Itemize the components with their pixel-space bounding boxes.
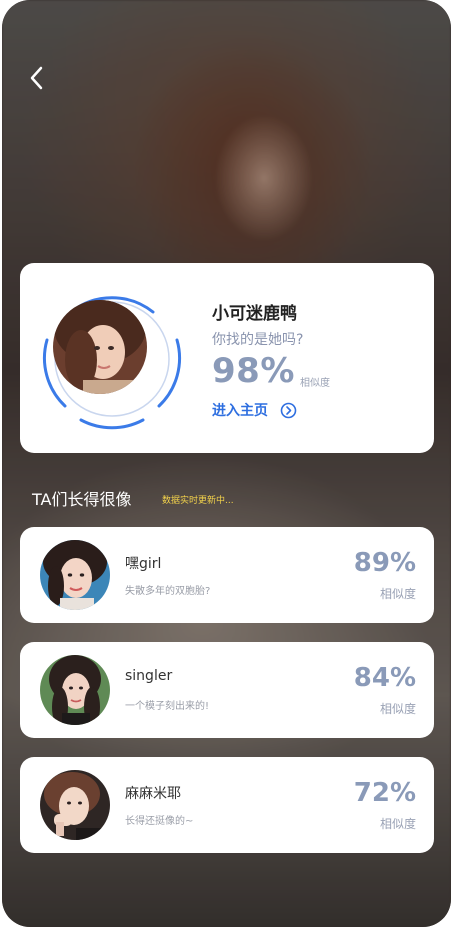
match-percent: 89% [353,548,416,578]
match-percent: 72% [353,778,416,808]
match-name: 嘿girl [125,556,162,572]
match-name: 麻麻米耶 [125,786,181,802]
list-item[interactable]: 嘿girl 失散多年的双胞胎? 89% 相似度 [20,527,434,623]
avatar [53,300,147,394]
match-percent: 84% [353,663,416,693]
match-name: 小可迷鹿鸭 [212,304,297,324]
list-item[interactable]: 麻麻米耶 长得还挺像的~ 72% 相似度 [20,757,434,853]
match-description: 失散多年的双胞胎? [125,586,211,597]
avatar-photo [40,655,110,725]
back-button[interactable] [26,64,50,92]
enter-home-link[interactable]: 进入主页 [212,399,297,421]
similarity-label: 相似度 [379,587,416,601]
match-description: 长得还挺像的~ [125,816,194,827]
main-match-card[interactable]: 小可迷鹿鸭 你找的是她吗? 98% 相似度 进入主页 [20,263,434,453]
list-item[interactable]: singler 一个模子刻出来的! 84% 相似度 [20,642,434,738]
avatar [40,540,110,610]
avatar-photo [40,770,110,840]
avatar [40,770,110,840]
avatar [40,655,110,725]
section-title: TA们长得很像 [32,490,132,509]
enter-home-label: 进入主页 [212,403,268,419]
match-description: 一个模子刻出来的! [125,701,210,712]
match-question: 你找的是她吗? [212,332,304,348]
match-percent: 98% [212,351,295,391]
similarity-label: 相似度 [300,378,330,389]
phone-screen: 小可迷鹿鸭 你找的是她吗? 98% 相似度 进入主页 TA们长得很像 数据实时更… [2,0,451,927]
chevron-left-icon [30,66,43,90]
similarity-label: 相似度 [379,817,416,831]
avatar-photo [40,540,110,610]
match-name: singler [125,668,173,684]
chevron-right-circle-icon [280,402,297,419]
avatar-photo [53,300,147,394]
similarity-label: 相似度 [379,702,416,716]
section-subtitle: 数据实时更新中... [162,496,234,506]
